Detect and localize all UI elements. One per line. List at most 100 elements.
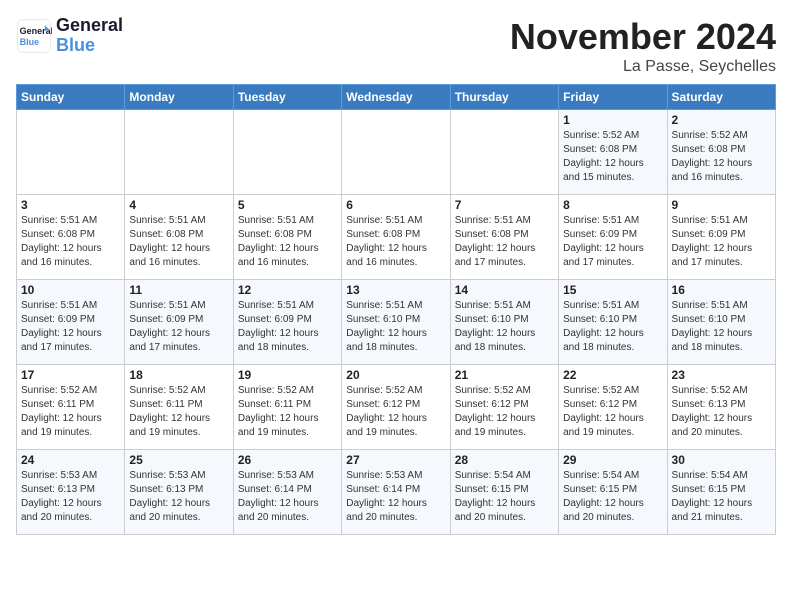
- day-number: 21: [455, 368, 554, 382]
- day-number: 28: [455, 453, 554, 467]
- calendar-cell: 4 Sunrise: 5:51 AM Sunset: 6:08 PM Daylig…: [125, 195, 233, 280]
- day-number: 10: [21, 283, 120, 297]
- day-number: 27: [346, 453, 445, 467]
- calendar-cell: 27 Sunrise: 5:53 AM Sunset: 6:14 PM Dayli…: [342, 450, 450, 535]
- day-number: 26: [238, 453, 337, 467]
- calendar-cell: 10Sunrise: 5:51 AM Sunset: 6:09 PM Dayli…: [17, 280, 125, 365]
- calendar-cell: 20 Sunrise: 5:52 AM Sunset: 6:12 PM Dayli…: [342, 365, 450, 450]
- day-info: Sunrise: 5:51 AM Sunset: 6:10 PM Dayligh…: [346, 299, 445, 355]
- calendar-cell: 18 Sunrise: 5:52 AM Sunset: 6:11 PM Dayli…: [125, 365, 233, 450]
- day-number: 3: [21, 198, 120, 212]
- day-number: 19: [238, 368, 337, 382]
- day-info: Sunrise: 5:51 AM Sunset: 6:09 PM Dayligh…: [238, 299, 337, 355]
- day-info: Sunrise: 5:53 AM Sunset: 6:13 PM Dayligh…: [129, 469, 228, 525]
- weekday-header-sunday: Sunday: [17, 85, 125, 110]
- day-number: 29: [563, 453, 662, 467]
- day-number: 25: [129, 453, 228, 467]
- calendar-header: SundayMondayTuesdayWednesdayThursdayFrid…: [17, 85, 776, 110]
- logo-icon: General Blue: [16, 18, 52, 54]
- calendar-cell: 15 Sunrise: 5:51 AM Sunset: 6:10 PM Dayli…: [559, 280, 667, 365]
- calendar-cell: [450, 110, 558, 195]
- day-number: 24: [21, 453, 120, 467]
- day-number: 2: [672, 113, 771, 127]
- day-number: 11: [129, 283, 228, 297]
- logo-general: General: [56, 16, 123, 36]
- calendar-cell: 12 Sunrise: 5:51 AM Sunset: 6:09 PM Dayli…: [233, 280, 341, 365]
- day-number: 22: [563, 368, 662, 382]
- day-info: Sunrise: 5:54 AM Sunset: 6:15 PM Dayligh…: [563, 469, 662, 525]
- calendar-cell: [125, 110, 233, 195]
- calendar-cell: 14 Sunrise: 5:51 AM Sunset: 6:10 PM Dayli…: [450, 280, 558, 365]
- calendar-week-1: 1Sunrise: 5:52 AM Sunset: 6:08 PM Daylig…: [17, 110, 776, 195]
- calendar-cell: 24Sunrise: 5:53 AM Sunset: 6:13 PM Dayli…: [17, 450, 125, 535]
- calendar-cell: 6 Sunrise: 5:51 AM Sunset: 6:08 PM Daylig…: [342, 195, 450, 280]
- calendar-cell: 5Sunrise: 5:51 AM Sunset: 6:08 PM Daylig…: [233, 195, 341, 280]
- calendar-week-5: 24 Sunrise: 5:53 AM Sunset: 6:13 PM Dayli…: [17, 450, 776, 535]
- calendar-cell: 13 Sunrise: 5:51 AM Sunset: 6:10 PM Dayli…: [342, 280, 450, 365]
- day-info: Sunrise: 5:52 AM Sunset: 6:12 PM Dayligh…: [563, 384, 662, 440]
- day-number: 6: [346, 198, 445, 212]
- day-number: 4: [129, 198, 228, 212]
- calendar-cell: 26 Sunrise: 5:53 AM Sunset: 6:14 PM Dayli…: [233, 450, 341, 535]
- weekday-header-tuesday: Tuesday: [233, 85, 341, 110]
- day-number: 13: [346, 283, 445, 297]
- calendar-cell: 17Sunrise: 5:52 AM Sunset: 6:11 PM Dayli…: [17, 365, 125, 450]
- calendar-cell: [17, 110, 125, 195]
- weekday-header-thursday: Thursday: [450, 85, 558, 110]
- day-number: 5: [238, 198, 337, 212]
- day-number: 14: [455, 283, 554, 297]
- day-info: Sunrise: 5:51 AM Sunset: 6:08 PM Dayligh…: [129, 214, 228, 270]
- location: La Passe, Seychelles: [510, 58, 776, 76]
- day-info: Sunrise: 5:52 AM Sunset: 6:08 PM Dayligh…: [563, 129, 662, 185]
- calendar-cell: 2Sunrise: 5:52 AM Sunset: 6:08 PM Daylig…: [667, 110, 775, 195]
- calendar-cell: [342, 110, 450, 195]
- day-info: Sunrise: 5:52 AM Sunset: 6:12 PM Dayligh…: [346, 384, 445, 440]
- calendar-cell: 30 Sunrise: 5:54 AM Sunset: 6:15 PM Dayli…: [667, 450, 775, 535]
- calendar-body: 1Sunrise: 5:52 AM Sunset: 6:08 PM Daylig…: [17, 110, 776, 535]
- page-header: General Blue General Blue November 2024 …: [16, 16, 776, 76]
- day-number: 18: [129, 368, 228, 382]
- weekday-row: SundayMondayTuesdayWednesdayThursdayFrid…: [17, 85, 776, 110]
- calendar-week-3: 10 Sunrise: 5:51 AM Sunset: 6:09 PM Dayli…: [17, 280, 776, 365]
- day-info: Sunrise: 5:53 AM Sunset: 6:14 PM Dayligh…: [238, 469, 337, 525]
- day-info: Sunrise: 5:51 AM Sunset: 6:10 PM Dayligh…: [563, 299, 662, 355]
- day-info: Sunrise: 5:52 AM Sunset: 6:11 PM Dayligh…: [21, 384, 120, 440]
- day-info: Sunrise: 5:52 AM Sunset: 6:11 PM Dayligh…: [129, 384, 228, 440]
- day-info: Sunrise: 5:54 AM Sunset: 6:15 PM Dayligh…: [455, 469, 554, 525]
- day-number: 9: [672, 198, 771, 212]
- logo-text: General Blue: [56, 16, 123, 56]
- calendar-cell: 21Sunrise: 5:52 AM Sunset: 6:12 PM Dayli…: [450, 365, 558, 450]
- day-number: 8: [563, 198, 662, 212]
- calendar-cell: 1Sunrise: 5:52 AM Sunset: 6:08 PM Daylig…: [559, 110, 667, 195]
- day-info: Sunrise: 5:51 AM Sunset: 6:10 PM Dayligh…: [455, 299, 554, 355]
- calendar-cell: 19 Sunrise: 5:52 AM Sunset: 6:11 PM Dayli…: [233, 365, 341, 450]
- day-number: 7: [455, 198, 554, 212]
- calendar-cell: 3Sunrise: 5:51 AM Sunset: 6:08 PM Daylig…: [17, 195, 125, 280]
- day-number: 16: [672, 283, 771, 297]
- day-info: Sunrise: 5:51 AM Sunset: 6:08 PM Dayligh…: [346, 214, 445, 270]
- calendar-cell: 8Sunrise: 5:51 AM Sunset: 6:09 PM Daylig…: [559, 195, 667, 280]
- day-info: Sunrise: 5:53 AM Sunset: 6:14 PM Dayligh…: [346, 469, 445, 525]
- day-info: Sunrise: 5:51 AM Sunset: 6:08 PM Dayligh…: [455, 214, 554, 270]
- day-number: 30: [672, 453, 771, 467]
- calendar-cell: 16 Sunrise: 5:51 AM Sunset: 6:10 PM Dayli…: [667, 280, 775, 365]
- day-number: 23: [672, 368, 771, 382]
- weekday-header-friday: Friday: [559, 85, 667, 110]
- day-info: Sunrise: 5:51 AM Sunset: 6:10 PM Dayligh…: [672, 299, 771, 355]
- title-block: November 2024 La Passe, Seychelles: [510, 16, 776, 76]
- calendar-cell: 22 Sunrise: 5:52 AM Sunset: 6:12 PM Dayli…: [559, 365, 667, 450]
- day-info: Sunrise: 5:52 AM Sunset: 6:13 PM Dayligh…: [672, 384, 771, 440]
- weekday-header-saturday: Saturday: [667, 85, 775, 110]
- day-number: 15: [563, 283, 662, 297]
- calendar-cell: [233, 110, 341, 195]
- calendar-cell: 28 Sunrise: 5:54 AM Sunset: 6:15 PM Dayli…: [450, 450, 558, 535]
- day-info: Sunrise: 5:52 AM Sunset: 6:11 PM Dayligh…: [238, 384, 337, 440]
- logo: General Blue General Blue: [16, 16, 123, 56]
- day-number: 20: [346, 368, 445, 382]
- day-info: Sunrise: 5:54 AM Sunset: 6:15 PM Dayligh…: [672, 469, 771, 525]
- calendar-cell: 7 Sunrise: 5:51 AM Sunset: 6:08 PM Daylig…: [450, 195, 558, 280]
- calendar-cell: 9Sunrise: 5:51 AM Sunset: 6:09 PM Daylig…: [667, 195, 775, 280]
- day-number: 12: [238, 283, 337, 297]
- calendar-cell: 11Sunrise: 5:51 AM Sunset: 6:09 PM Dayli…: [125, 280, 233, 365]
- calendar-week-4: 17Sunrise: 5:52 AM Sunset: 6:11 PM Dayli…: [17, 365, 776, 450]
